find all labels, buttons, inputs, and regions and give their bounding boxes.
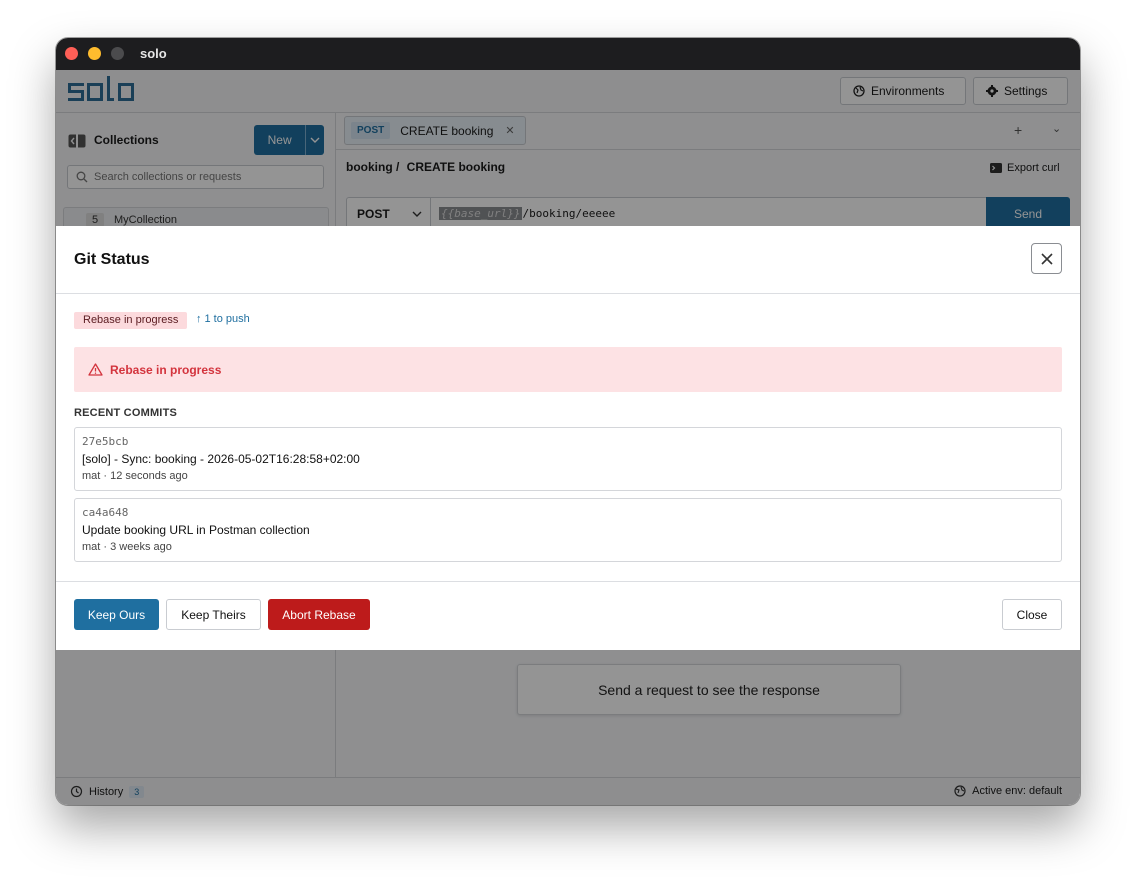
warning-icon [88,363,103,376]
keep-ours-button[interactable]: Keep Ours [74,599,159,630]
minimize-window-button[interactable] [88,47,101,60]
rebase-alert: Rebase in progress [74,347,1062,392]
close-icon [1040,252,1053,265]
recent-commits-heading: RECENT COMMITS [74,407,178,419]
window-title: solo [140,46,167,61]
dialog-title: Git Status [74,251,150,268]
dialog-footer-divider [56,581,1080,582]
arrow-up-icon: ↑ [196,313,202,325]
commit-meta: mat · 12 seconds ago [82,470,188,482]
commit-item: 27e5bcb [solo] - Sync: booking - 2026-05… [74,427,1062,491]
commit-message: Update booking URL in Postman collection [82,523,310,537]
maximize-window-button[interactable] [111,47,124,60]
commit-message: [solo] - Sync: booking - 2026-05-02T16:2… [82,452,360,466]
commit-meta: mat · 3 weeks ago [82,541,172,553]
git-status-dialog: Git Status Rebase in progress ↑ 1 to pus… [56,226,1080,650]
close-window-button[interactable] [65,47,78,60]
alert-text: Rebase in progress [110,362,222,377]
title-bar: solo [56,38,1080,70]
keep-theirs-button[interactable]: Keep Theirs [166,599,261,630]
commit-hash: ca4a648 [82,506,129,519]
dialog-header-divider [56,293,1080,294]
push-info: 1 to push [204,313,250,325]
status-badge: Rebase in progress [74,312,188,329]
dialog-close-button[interactable] [1031,243,1062,274]
push-indicator: ↑ 1 to push [196,313,250,325]
abort-rebase-button[interactable]: Abort Rebase [268,599,370,630]
close-button[interactable]: Close [1002,599,1062,630]
commit-hash: 27e5bcb [82,435,129,448]
commit-item: ca4a648 Update booking URL in Postman co… [74,498,1062,562]
